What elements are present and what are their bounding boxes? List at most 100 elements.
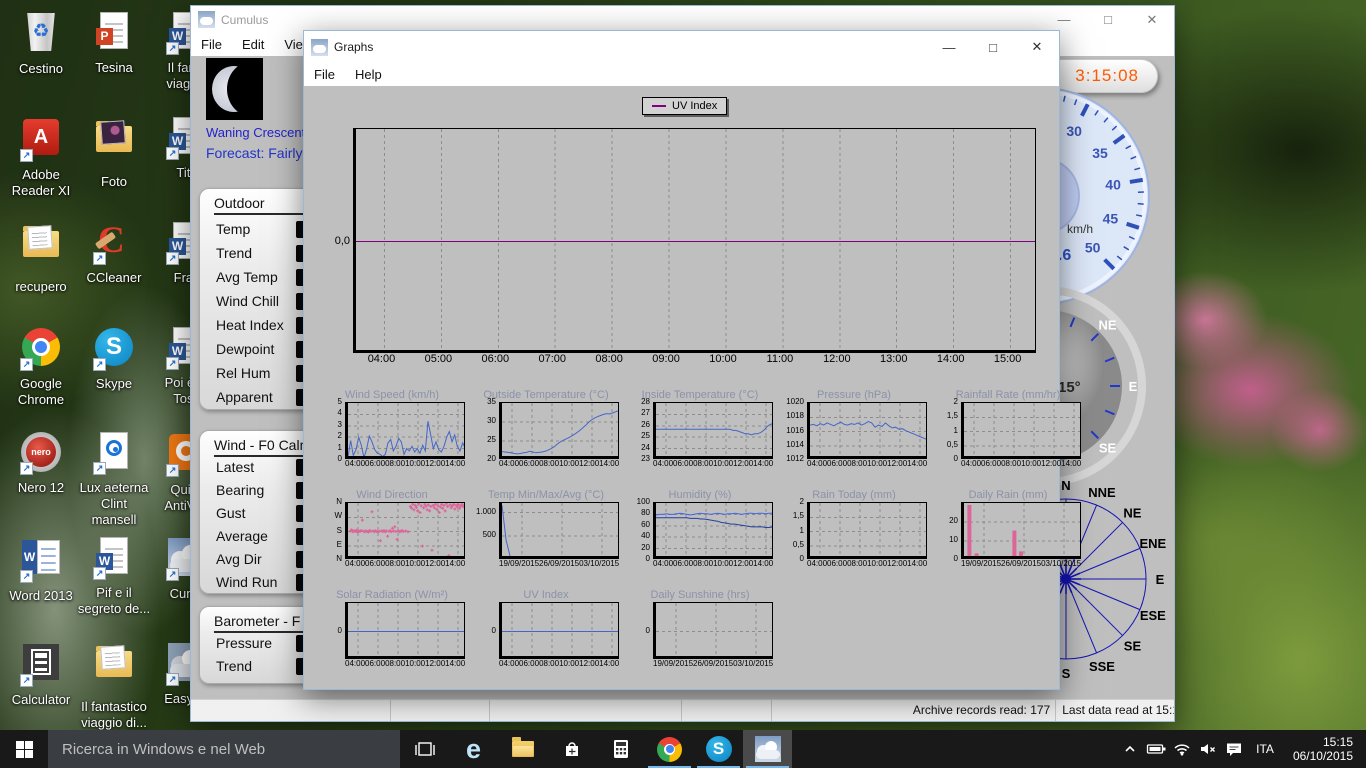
desktop-icon-lux-aeterna[interactable]: ↗Lux aeternaClint mansell [77,430,151,528]
folder-docs-icon [19,231,63,275]
ccleaner-icon: C↗ [92,222,136,266]
cumulus-titlebar[interactable]: Cumulus — □ ✕ [191,6,1174,33]
shortcut-arrow-icon: ↗ [166,673,179,686]
x-axis-labels: 19/09/201526/09/201503/10/2015 [961,559,1081,568]
search-input[interactable]: Ricerca in Windows e nel Web [48,730,400,768]
chart-daily-rain-mm-: Daily Rain (mm)2010019/09/201526/09/2015… [935,489,1081,568]
taskbar-app-cumulus[interactable] [743,730,792,768]
svg-text:45: 45 [1103,211,1119,227]
desktop-icon-cestino[interactable]: ♻Cestino [4,10,78,77]
x-axis-labels: 19/09/201526/09/201503/10/2015 [653,659,773,668]
y-axis-labels: 1.000500 [473,502,499,559]
taskbar-app-chrome[interactable] [645,730,694,768]
svg-text:E: E [1156,572,1165,587]
battery-icon[interactable] [1143,741,1169,757]
taskbar-apps: eS [400,730,792,768]
y-axis-labels: NWSEN [319,502,345,559]
nero-icon: nero↗ [19,432,63,476]
maximize-button[interactable]: □ [971,31,1015,63]
shortcut-arrow-icon: ↗ [166,42,179,55]
shortcut-arrow-icon: ↗ [166,252,179,265]
chart-title: UV Index [473,589,619,602]
desktop-icon-il-fantastico[interactable]: Il fantasticoviaggio di... [77,640,151,731]
svg-text:SE: SE [1124,638,1142,653]
menu-file[interactable]: File [304,64,345,85]
sidebar-item-label: Wind Chill [216,293,279,309]
shortcut-arrow-icon: ↗ [20,674,33,687]
y-axis-labels: 10201018101610141012 [781,402,807,459]
action-center-icon[interactable] [1221,741,1247,757]
word-doc-icon: W↗ [92,537,136,581]
desktop-icon-ccleaner[interactable]: C↗CCleaner [77,220,151,286]
taskbar-app-edge[interactable]: e [449,730,498,768]
chevron-up-icon[interactable] [1117,741,1143,757]
minimize-button[interactable]: — [1042,6,1086,33]
taskbar-app-explorer[interactable] [498,730,547,768]
sidebar-item-label: Rel Hum [216,365,270,381]
plot-area [345,602,465,659]
word-app-icon: W↗ [19,540,63,584]
desktop-icon-adobe[interactable]: A↗AdobeReader XI [4,115,78,199]
x-axis-labels: 04:0006:0008:0010:0012:0014:00 [653,459,773,468]
taskbar-app-task-view[interactable] [400,730,449,768]
close-button[interactable]: ✕ [1130,6,1174,33]
sidebar-item-label: Avg Temp [216,269,278,285]
taskbar-app-store[interactable] [547,730,596,768]
desktop-icon-tesina[interactable]: PTesina [77,10,151,76]
desktop-icon-nero-12[interactable]: nero↗Nero 12 [4,430,78,496]
shortcut-arrow-icon: ↗ [166,464,179,477]
y-axis-labels: 20100 [935,502,961,559]
taskbar: Ricerca in Windows e nel Web eS ITA 15:1… [0,730,1366,768]
volume-muted-icon[interactable] [1195,741,1221,757]
menu-edit[interactable]: Edit [232,34,274,55]
chart-title: Daily Rain (mm) [935,489,1081,502]
sidebar-item-label: Avg Dir [216,551,262,567]
menu-file[interactable]: File [191,34,232,55]
desktop-icon-google[interactable]: ↗GoogleChrome [4,325,78,408]
language-indicator[interactable]: ITA [1247,742,1283,756]
media-doc-icon: ↗ [92,432,136,476]
taskbar-app-skype[interactable]: S [694,730,743,768]
graphs-menubar: FileHelp [304,63,1059,86]
chart-title: Solar Radiation (W/m²) [319,589,465,602]
svg-text:NE: NE [1123,506,1141,521]
tray-icons [1117,741,1247,757]
x-axis-labels: 04:0006:0008:0010:0012:0014:00 [499,459,619,468]
taskbar-date: 06/10/2015 [1283,749,1353,763]
close-button[interactable]: ✕ [1015,31,1059,63]
status-panel-3 [682,700,772,721]
taskbar-app-calculator[interactable] [596,730,645,768]
shortcut-arrow-icon: ↗ [93,252,106,265]
desktop-icon-recupero[interactable]: recupero [4,220,78,295]
ppt-icon: P [92,12,136,56]
desktop-icon-foto[interactable]: Foto [77,115,151,190]
menu-help[interactable]: Help [345,64,392,85]
cumulus-window-title: Cumulus [221,13,268,27]
desktop-icon-word-2013[interactable]: W↗Word 2013 [4,535,78,604]
desktop-icon-label: AdobeReader XI [4,167,78,199]
desktop-icon-pif-e-il[interactable]: W↗Pif e ilsegreto de... [77,535,151,617]
taskbar-clock[interactable]: 15:15 06/10/2015 [1283,735,1359,763]
legend-line-swatch [652,105,666,107]
desktop-icon-calculator[interactable]: ↗Calculator [4,640,78,708]
chart-uv-index: 0,004:0005:0006:0007:0008:0009:0010:0011… [308,128,1036,365]
chart-wind-speed-km-h-: Wind Speed (km/h)54321004:0006:0008:0010… [319,389,465,468]
recycle-icon: ♻ [19,13,63,57]
graphs-window-title: Graphs [334,40,373,54]
status-panel-5: Last data read at 15:15:02 [1056,700,1174,721]
maximize-button[interactable]: □ [1086,6,1130,33]
y-axis-labels: 21,510,50 [781,502,807,559]
plot-area [653,502,773,559]
svg-text:ESE: ESE [1140,608,1166,623]
start-button[interactable] [0,730,48,768]
wifi-icon[interactable] [1169,741,1195,757]
shortcut-arrow-icon: ↗ [20,570,33,583]
sidebar-item-label: Trend [216,658,252,674]
desktop-icon-skype[interactable]: S↗Skype [77,325,151,392]
desktop-icon-label: GoogleChrome [4,376,78,408]
graphs-titlebar[interactable]: Graphs — □ ✕ [304,31,1059,63]
cumulus-app-icon [198,11,215,28]
minimize-button[interactable]: — [927,31,971,63]
status-panel-1 [391,700,491,721]
chart-wind-direction: Wind DirectionNWSEN04:0006:0008:0010:001… [319,489,465,568]
